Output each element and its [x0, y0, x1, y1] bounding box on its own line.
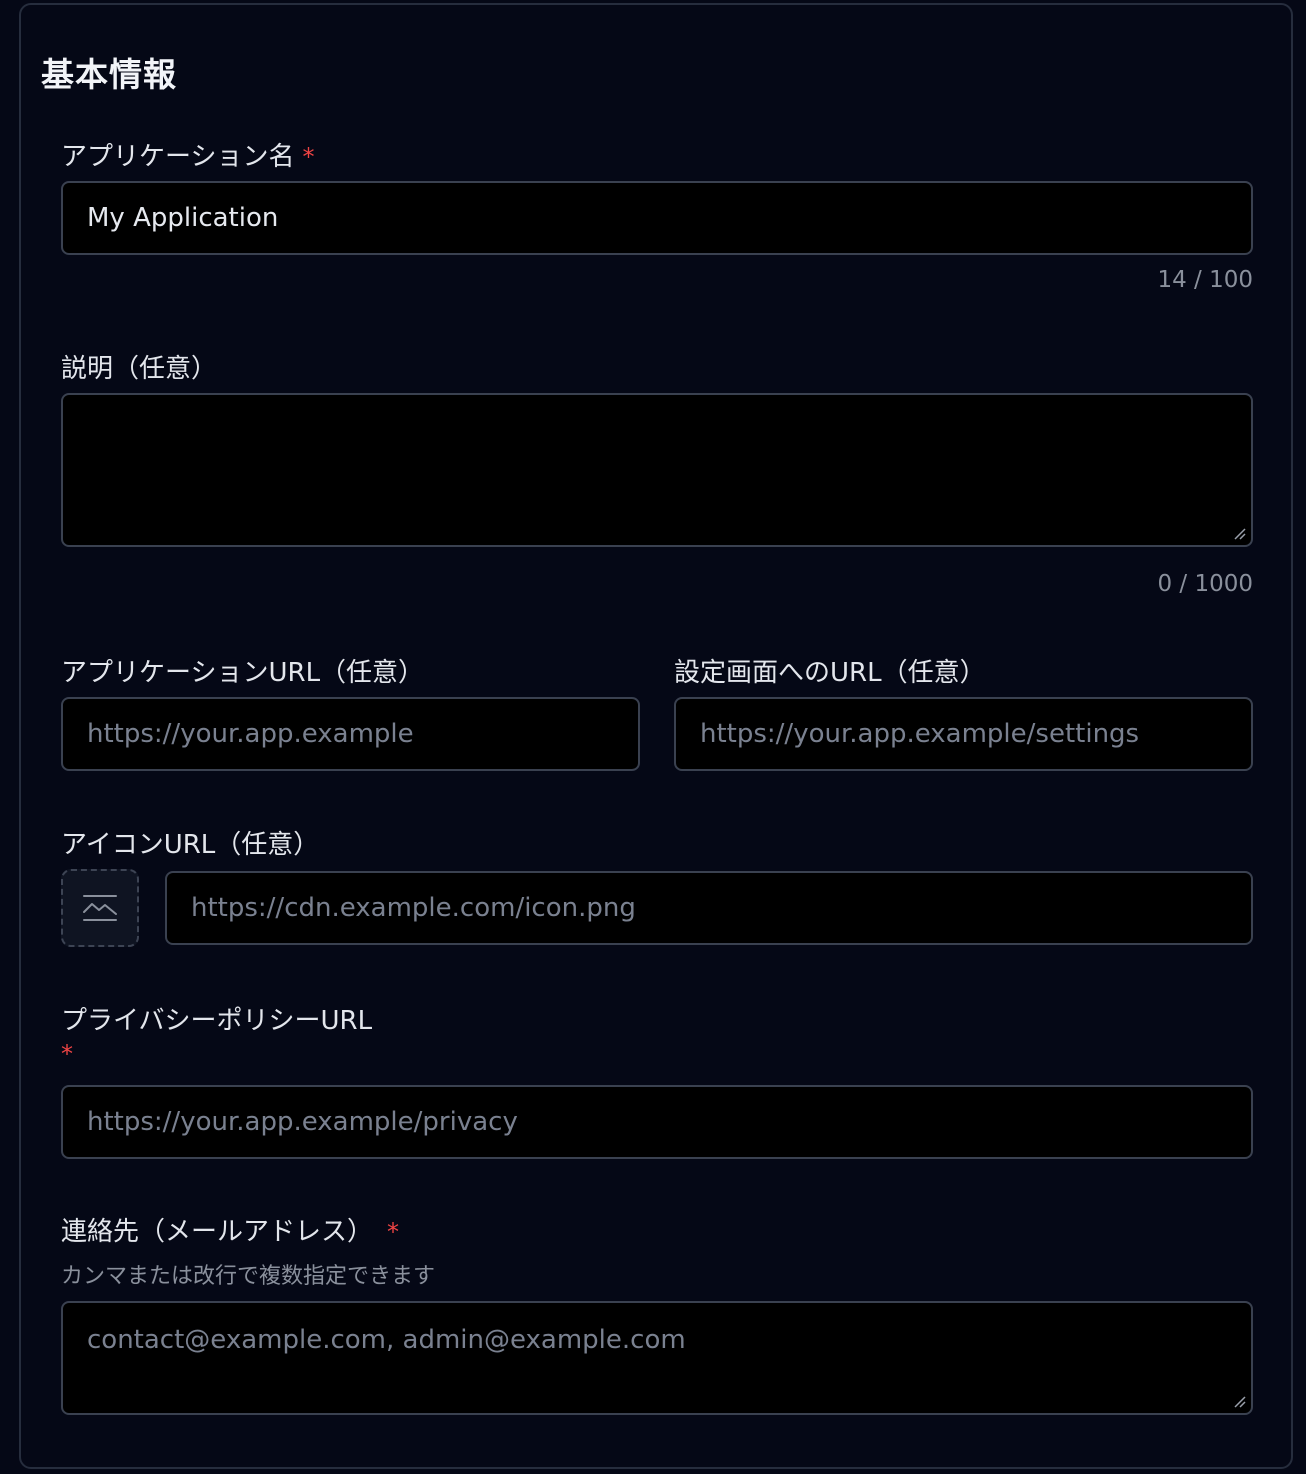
app-name-counter: 14 / 100 — [1157, 267, 1253, 293]
privacy-url-placeholder: https://your.app.example/privacy — [87, 1107, 518, 1137]
contact-textarea[interactable]: contact@example.com, admin@example.com — [61, 1301, 1253, 1415]
description-textarea[interactable] — [61, 393, 1253, 547]
contact-label: 連絡先（メールアドレス） * — [61, 1211, 399, 1248]
section-title: 基本情報 — [41, 55, 177, 94]
app-name-value: My Application — [87, 203, 279, 233]
contact-label-text: 連絡先（メールアドレス） — [61, 1217, 374, 1247]
app-name-input[interactable]: My Application — [61, 181, 1253, 255]
settings-url-placeholder: https://your.app.example/settings — [700, 719, 1140, 749]
app-name-label-text: アプリケーション名 — [61, 142, 295, 172]
privacy-url-input[interactable]: https://your.app.example/privacy — [61, 1085, 1253, 1159]
contact-placeholder: contact@example.com, admin@example.com — [87, 1325, 686, 1355]
description-label: 説明（任意） — [61, 354, 218, 384]
app-url-label: アプリケーションURL（任意） — [61, 658, 425, 688]
icon-url-label: アイコンURL（任意） — [61, 830, 320, 860]
required-mark: * — [302, 143, 315, 171]
app-url-input[interactable]: https://your.app.example — [61, 697, 640, 771]
image-placeholder-icon — [83, 895, 117, 921]
required-mark: * — [387, 1218, 400, 1246]
settings-url-label: 設定画面へのURL（任意） — [674, 658, 986, 688]
privacy-url-label: プライバシーポリシーURL — [61, 1006, 373, 1036]
resize-handle-icon[interactable] — [1232, 526, 1246, 540]
description-counter: 0 / 1000 — [1157, 571, 1253, 597]
icon-url-input[interactable]: https://cdn.example.com/icon.png — [165, 871, 1253, 945]
icon-preview — [61, 869, 139, 947]
settings-url-input[interactable]: https://your.app.example/settings — [674, 697, 1253, 771]
contact-hint: カンマまたは改行で複数指定できます — [61, 1264, 436, 1289]
app-url-placeholder: https://your.app.example — [87, 719, 414, 749]
app-name-label: アプリケーション名 * — [61, 136, 314, 173]
icon-url-placeholder: https://cdn.example.com/icon.png — [191, 893, 636, 923]
resize-handle-icon[interactable] — [1232, 1394, 1246, 1408]
required-mark: * — [61, 1040, 73, 1068]
